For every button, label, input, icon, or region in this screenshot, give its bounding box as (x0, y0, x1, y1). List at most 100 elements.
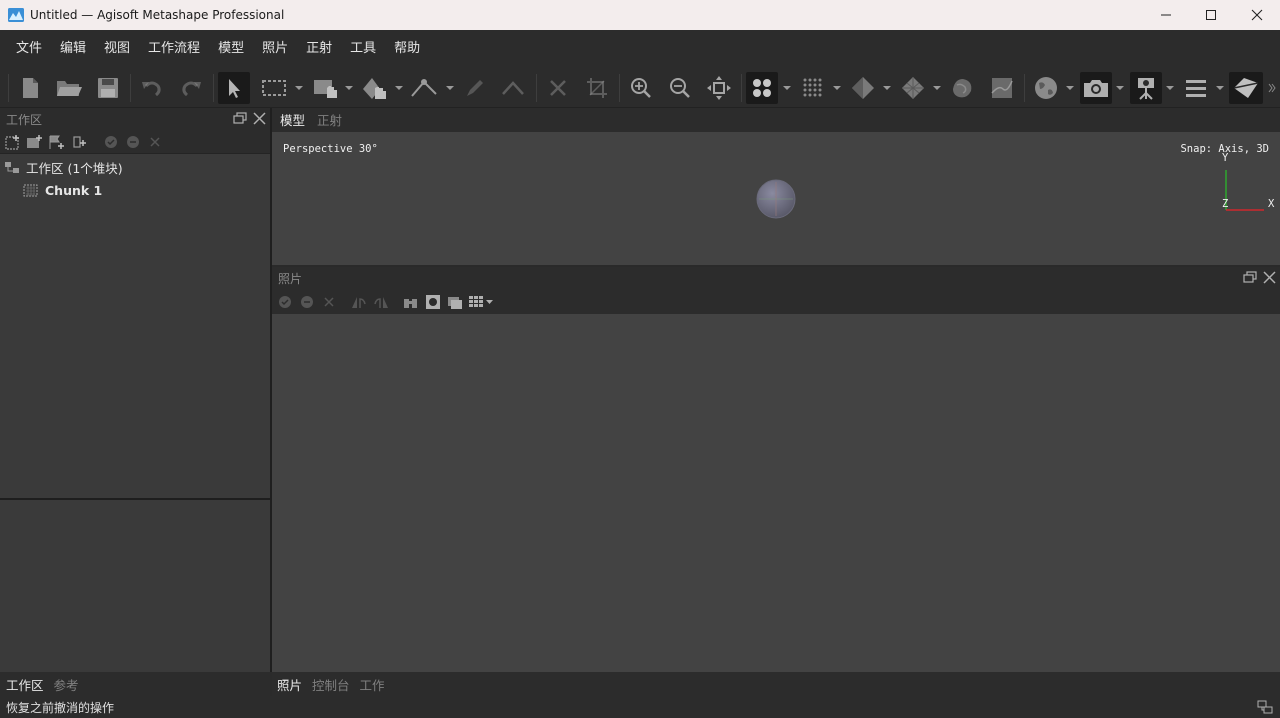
close-panel-icon[interactable] (1263, 271, 1276, 284)
show-model-button[interactable] (847, 72, 879, 104)
window-title: Untitled — Agisoft Metashape Professiona… (30, 8, 285, 22)
workspace-root-node[interactable]: 工作区 (1个堆块) (0, 156, 270, 179)
rotate-object-button[interactable] (359, 72, 391, 104)
remove-button[interactable] (146, 133, 164, 151)
enable-photo-button[interactable] (276, 293, 294, 311)
chevron-right-icon[interactable] (1268, 82, 1276, 94)
menu-photo[interactable]: 照片 (253, 30, 297, 68)
show-masks-button[interactable] (424, 293, 442, 311)
chevron-down-icon[interactable] (833, 84, 841, 92)
float-panel-icon[interactable] (233, 112, 247, 125)
axis-x-label: X (1268, 198, 1275, 210)
maximize-button[interactable] (1188, 0, 1234, 30)
new-document-button[interactable] (14, 72, 46, 104)
undo-icon (142, 81, 161, 97)
add-chunk-button[interactable] (4, 133, 22, 151)
tab-console[interactable]: 控制台 (307, 675, 355, 694)
folder-open-icon (57, 81, 82, 96)
add-photos-button[interactable] (26, 133, 44, 151)
menu-tools[interactable]: 工具 (341, 30, 385, 68)
chevron-down-icon[interactable] (783, 84, 791, 92)
disable-photo-button[interactable] (298, 293, 316, 311)
camera-tripod-icon (1138, 78, 1154, 100)
chevron-down-icon[interactable] (446, 84, 454, 92)
chevron-down-icon[interactable] (345, 84, 353, 92)
redo-button[interactable] (175, 72, 207, 104)
show-cameras-button[interactable] (1130, 72, 1162, 104)
rotate-left-button[interactable] (372, 293, 390, 311)
minimize-button[interactable] (1143, 0, 1189, 30)
view-mode-button[interactable] (468, 293, 494, 311)
menu-workflow[interactable]: 工作流程 (139, 30, 209, 68)
resize-region-button[interactable] (310, 72, 342, 104)
show-shapes-button[interactable] (1229, 72, 1263, 104)
images-stack-icon (448, 296, 462, 309)
tab-jobs[interactable]: 工作 (355, 675, 390, 694)
crop-button[interactable] (581, 72, 613, 104)
list-menu-button[interactable] (1180, 72, 1212, 104)
show-images-button[interactable] (446, 293, 464, 311)
photos-pane[interactable] (272, 314, 1280, 672)
disable-button[interactable] (124, 133, 142, 151)
filter-cameras-button[interactable] (402, 293, 420, 311)
chevron-down-icon[interactable] (1066, 84, 1074, 92)
open-button[interactable] (53, 72, 85, 104)
tab-reference[interactable]: 参考 (49, 675, 84, 694)
chunk-node[interactable]: Chunk 1 (0, 179, 270, 202)
add-shape-button[interactable] (70, 133, 88, 151)
show-orthomosaic-button[interactable] (986, 72, 1018, 104)
ruler-tool-button[interactable] (408, 72, 440, 104)
draw-polyline-button[interactable] (459, 72, 491, 104)
rotate-right-button[interactable] (350, 293, 368, 311)
camera-button[interactable] (1080, 72, 1112, 104)
chevron-down-icon[interactable] (933, 84, 941, 92)
delete-button[interactable] (542, 72, 574, 104)
close-button[interactable] (1234, 0, 1280, 30)
zoom-out-button[interactable] (664, 72, 696, 104)
model-viewport[interactable]: Perspective 30° Snap: Axis, 3D Y Z X (272, 132, 1280, 265)
dem-icon (953, 79, 972, 98)
close-panel-icon[interactable] (253, 112, 266, 125)
menu-edit[interactable]: 编辑 (51, 30, 95, 68)
rectangle-selection-button[interactable] (258, 72, 290, 104)
enable-button[interactable] (102, 133, 120, 151)
navigation-tool-button[interactable] (218, 72, 250, 104)
tab-workspace[interactable]: 工作区 (1, 675, 49, 694)
undo-button[interactable] (136, 72, 168, 104)
chevron-down-icon[interactable] (1166, 84, 1174, 92)
tab-ortho[interactable]: 正射 (311, 110, 348, 132)
chevron-down-icon[interactable] (1116, 84, 1124, 92)
add-marker-icon (49, 135, 64, 149)
zoom-in-button[interactable] (625, 72, 657, 104)
show-tiled-model-button[interactable] (897, 72, 929, 104)
show-dem-button[interactable] (946, 72, 978, 104)
projection-label: Perspective 30° (283, 143, 378, 155)
grid-view-icon (469, 295, 493, 307)
chevron-down-icon[interactable] (395, 84, 403, 92)
chevron-down-icon[interactable] (1216, 84, 1224, 92)
globe-button[interactable] (1030, 72, 1062, 104)
menu-view[interactable]: 视图 (95, 30, 139, 68)
float-panel-icon[interactable] (1243, 271, 1257, 284)
network-status-icon[interactable] (1256, 699, 1274, 715)
reset-view-button[interactable] (703, 72, 735, 104)
check-circle-icon (279, 295, 291, 308)
add-marker-button[interactable] (48, 133, 66, 151)
menu-file[interactable]: 文件 (7, 30, 51, 68)
draw-polygon-button[interactable] (497, 72, 529, 104)
save-button[interactable] (92, 72, 124, 104)
menu-ortho[interactable]: 正射 (297, 30, 341, 68)
trackball-icon[interactable] (755, 178, 797, 220)
chevron-down-icon[interactable] (883, 84, 891, 92)
redo-icon (182, 81, 201, 97)
menu-model[interactable]: 模型 (209, 30, 253, 68)
pencil-icon (467, 80, 483, 96)
tab-photos[interactable]: 照片 (272, 675, 307, 694)
tab-model[interactable]: 模型 (274, 110, 311, 132)
show-points-button[interactable] (746, 72, 778, 104)
show-dense-points-button[interactable] (797, 72, 829, 104)
chevron-down-icon[interactable] (295, 84, 303, 92)
menu-help[interactable]: 帮助 (385, 30, 429, 68)
remove-photo-button[interactable] (320, 293, 338, 311)
status-text: 恢复之前撤消的操作 (6, 700, 115, 715)
